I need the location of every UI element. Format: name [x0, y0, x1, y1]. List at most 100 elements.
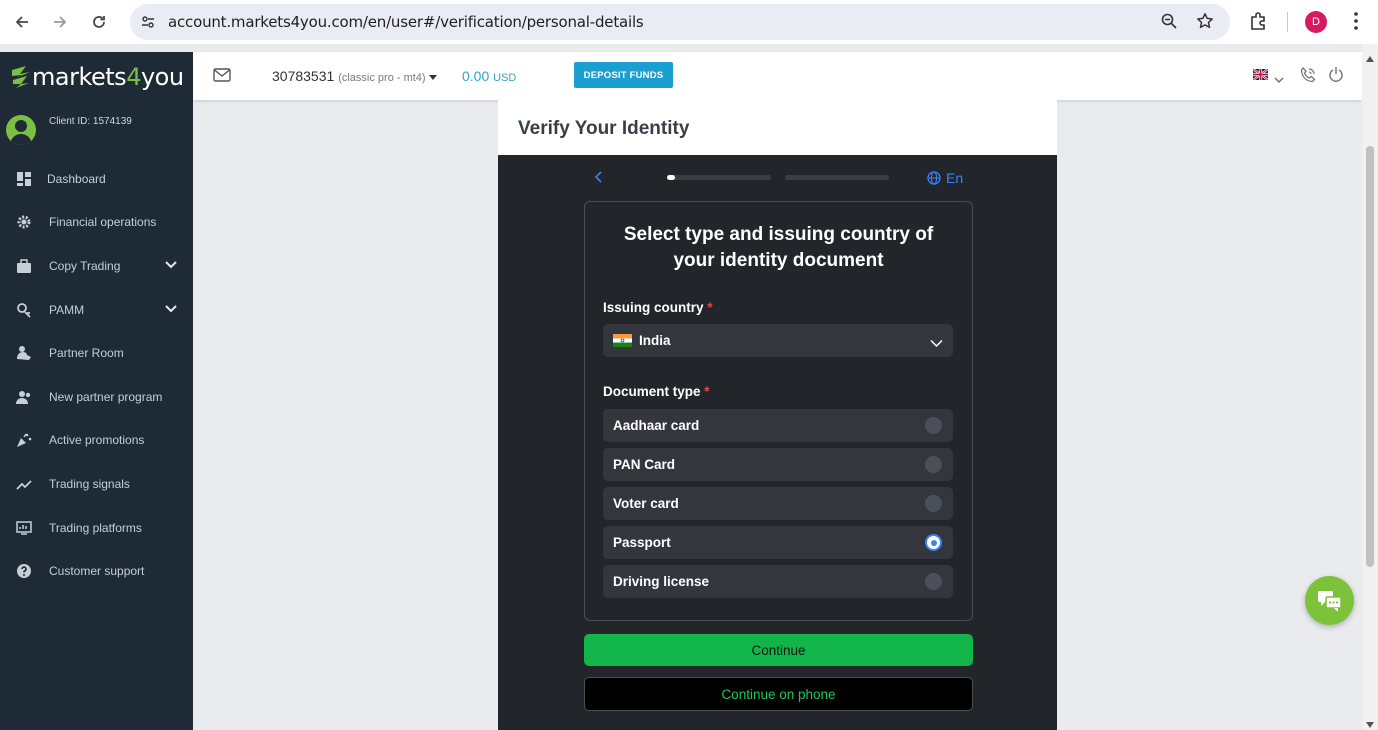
scrollbar-thumb[interactable] [1366, 146, 1374, 567]
deposit-funds-button[interactable]: DEPOSIT FUNDS [574, 62, 673, 88]
balance-currency: USD [493, 72, 517, 84]
promotion-icon [15, 431, 33, 449]
issuing-country-label: Issuing country * [603, 300, 713, 315]
radio-button[interactable] [925, 495, 942, 512]
page-title: Verify Your Identity [518, 118, 690, 139]
document-option-voter[interactable]: Voter card [603, 487, 953, 520]
option-label: Passport [613, 535, 671, 550]
sidebar-item-label: Trading signals [49, 476, 130, 491]
chevron-down-icon[interactable] [164, 259, 178, 273]
partner-icon [15, 344, 33, 362]
sidebar-item-label: Copy Trading [49, 258, 121, 273]
user-avatar[interactable] [6, 115, 36, 145]
document-form-card: Select type and issuing country of your … [584, 201, 973, 621]
document-option-driving-license[interactable]: Driving license [603, 565, 953, 598]
mail-icon[interactable] [213, 68, 231, 87]
radio-button-selected[interactable] [925, 534, 942, 551]
radio-button[interactable] [925, 573, 942, 590]
sidebar-item-label: Trading platforms [49, 520, 142, 535]
back-arrow-icon[interactable] [10, 10, 34, 34]
document-option-pan[interactable]: PAN Card [603, 448, 953, 481]
sidebar-item-new-partner-program[interactable]: New partner program [0, 375, 193, 419]
option-label: Aadhaar card [613, 418, 700, 433]
account-selector[interactable]: 30783531 (classic pro - mt4) [272, 68, 438, 84]
globe-icon [927, 171, 941, 185]
extensions-icon[interactable] [1248, 10, 1270, 37]
account-balance: 0.00 USD [462, 68, 516, 84]
sidebar-item-label: Financial operations [49, 215, 157, 230]
uk-flag-icon[interactable] [1253, 69, 1268, 80]
sidebar-item-dashboard[interactable]: Dashboard [0, 157, 193, 201]
forward-arrow-icon[interactable] [48, 10, 72, 34]
language-selector[interactable]: En [927, 170, 963, 186]
scroll-up-icon[interactable] [1365, 50, 1375, 68]
language-chevron-icon[interactable] [1274, 71, 1284, 89]
document-option-passport[interactable]: Passport [603, 526, 953, 559]
sidebar-item-customer-support[interactable]: Customer support [0, 549, 193, 593]
power-logout-icon[interactable] [1328, 66, 1344, 88]
url-text[interactable]: account.markets4you.com/en/user#/verific… [168, 13, 644, 31]
sidebar-item-trading-signals[interactable]: Trading signals [0, 462, 193, 506]
continue-button[interactable]: Continue [584, 634, 973, 666]
site-settings-icon[interactable] [138, 12, 158, 32]
radio-button[interactable] [925, 456, 942, 473]
account-type: (classic pro - mt4) [338, 72, 426, 84]
verify-header: Verify Your Identity [498, 100, 1057, 155]
sidebar-item-copy-trading[interactable]: Copy Trading [0, 244, 193, 288]
platform-icon [15, 519, 33, 537]
chat-icon [1317, 590, 1342, 612]
address-bar[interactable]: account.markets4you.com/en/user#/verific… [130, 4, 1230, 40]
profile-avatar[interactable]: D [1305, 11, 1327, 33]
logo-text-you: you [140, 63, 184, 91]
option-label: Driving license [613, 574, 710, 589]
chevron-down-icon[interactable] [164, 303, 178, 317]
scroll-down-icon[interactable] [1365, 716, 1375, 730]
sidebar-item-trading-platforms[interactable]: Trading platforms [0, 506, 193, 550]
option-label: Voter card [613, 496, 679, 511]
sidebar-item-pamm[interactable]: PAMM [0, 288, 193, 332]
app-header: 30783531 (classic pro - mt4) 0.00 USD DE… [193, 52, 1362, 100]
sidebar-item-label: Customer support [49, 564, 145, 579]
document-option-aadhaar[interactable]: Aadhaar card [603, 409, 953, 442]
browser-toolbar: account.markets4you.com/en/user#/verific… [0, 0, 1378, 44]
people-icon [15, 388, 33, 406]
form-heading: Select type and issuing country of your … [623, 224, 934, 271]
pamm-icon [15, 301, 33, 319]
help-icon [15, 562, 33, 580]
sidebar-item-partner-room[interactable]: Partner Room [0, 331, 193, 375]
briefcase-icon [15, 257, 33, 275]
sidebar-item-active-promotions[interactable]: Active promotions [0, 419, 193, 463]
sidebar-item-label: Partner Room [49, 346, 124, 361]
toolbar-separator [1287, 12, 1288, 32]
back-chevron-icon[interactable] [594, 170, 604, 189]
brand-logo[interactable]: markets4you [10, 62, 184, 92]
balance-value: 0.00 [462, 68, 490, 84]
language-label: En [946, 170, 964, 186]
sidebar-item-financial-operations[interactable]: Financial operations [0, 201, 193, 245]
issuing-country-select[interactable]: India [603, 324, 953, 357]
phone-icon[interactable] [1299, 66, 1317, 89]
page-scrollbar[interactable] [1362, 44, 1378, 730]
chat-support-button[interactable] [1305, 576, 1354, 625]
zoom-icon[interactable] [1160, 12, 1178, 35]
bookmark-star-icon[interactable] [1196, 12, 1214, 35]
reload-icon[interactable] [87, 10, 111, 34]
option-label: PAN Card [613, 457, 676, 472]
progress-step-1 [667, 175, 771, 180]
sidebar-nav: Dashboard Financial operations Copy Trad… [0, 157, 193, 593]
sidebar-item-label: Dashboard [47, 171, 106, 186]
trend-icon [15, 475, 33, 493]
caret-down-icon [429, 68, 438, 84]
issuing-country-value: India [639, 333, 671, 348]
sidebar-item-label: New partner program [49, 389, 163, 404]
logo-text-markets: markets [32, 63, 127, 91]
gear-icon [15, 213, 33, 231]
verification-panel: En Select type and issuing country of yo… [498, 155, 1057, 730]
browser-menu-icon[interactable] [1346, 10, 1366, 37]
radio-button[interactable] [925, 417, 942, 434]
continue-on-phone-button[interactable]: Continue on phone [584, 677, 973, 711]
progress-step-2 [785, 175, 889, 180]
sidebar: markets4you Client ID: 1574139 Dashboard… [0, 52, 193, 730]
chevron-down-icon [930, 335, 943, 353]
sidebar-item-label: PAMM [49, 302, 85, 317]
